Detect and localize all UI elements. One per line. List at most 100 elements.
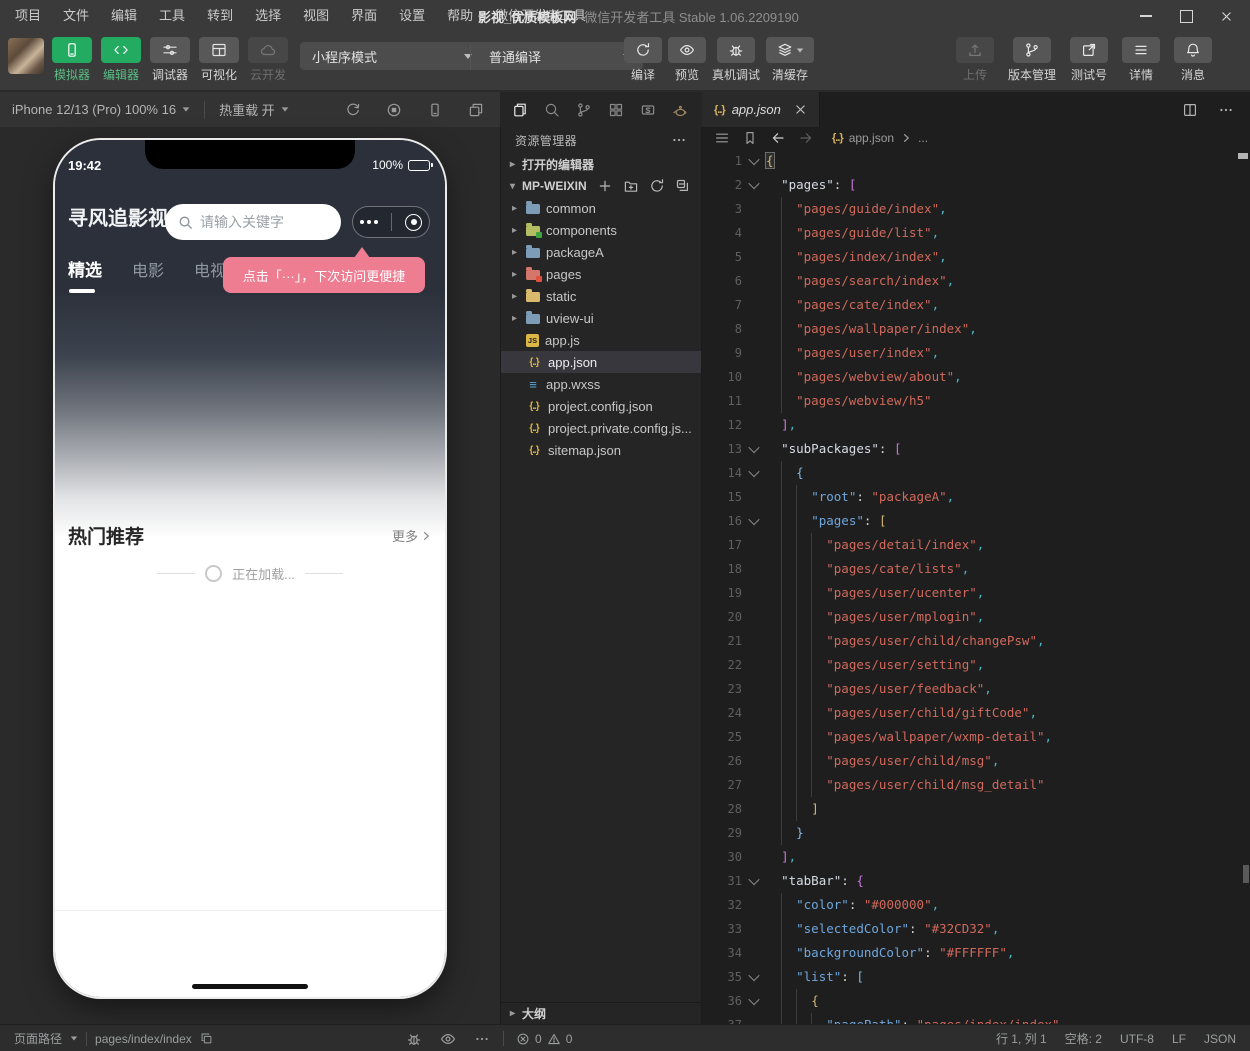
code-line[interactable]: 8 "pages/wallpaper/index", xyxy=(702,317,1250,341)
code-line[interactable]: 22 "pages/user/setting", xyxy=(702,653,1250,677)
tree-item-app-wxss[interactable]: ≡app.wxss xyxy=(501,373,701,395)
code-line[interactable]: 17 "pages/detail/index", xyxy=(702,533,1250,557)
phone-tab-电影[interactable]: 电影 xyxy=(132,257,164,281)
navigate-back-icon[interactable] xyxy=(770,130,786,146)
fold-control[interactable] xyxy=(742,437,766,461)
search-input[interactable]: 请输入关键字 xyxy=(165,204,341,240)
fold-control[interactable] xyxy=(742,173,766,197)
code-line[interactable]: 29 } xyxy=(702,821,1250,845)
code-line[interactable]: 5 "pages/index/index", xyxy=(702,245,1250,269)
new-file-icon[interactable] xyxy=(597,178,613,194)
tree-item-sitemap-json[interactable]: {..}sitemap.json xyxy=(501,439,701,461)
workspace-button-sliders[interactable]: 调试器 xyxy=(150,37,190,83)
preview-eye-icon[interactable] xyxy=(440,1031,456,1047)
code-line[interactable]: 18 "pages/cate/lists", xyxy=(702,557,1250,581)
problems-indicator[interactable]: 0 0 xyxy=(516,1025,572,1051)
fold-control[interactable] xyxy=(742,869,766,893)
code-line[interactable]: 3 "pages/guide/index", xyxy=(702,197,1250,221)
code-line[interactable]: 36 { xyxy=(702,989,1250,1013)
tree-item-app-json[interactable]: {..}app.json xyxy=(501,351,701,373)
fold-control[interactable] xyxy=(742,461,766,485)
code-line[interactable]: 32 "color": "#000000", xyxy=(702,893,1250,917)
fold-control[interactable] xyxy=(742,149,766,173)
code-line[interactable]: 4 "pages/guide/list", xyxy=(702,221,1250,245)
workspace-button-layout[interactable]: 可视化 xyxy=(199,37,239,83)
code-line[interactable]: 21 "pages/user/child/changePsw", xyxy=(702,629,1250,653)
tree-item-project-config-json[interactable]: {..}project.config.json xyxy=(501,395,701,417)
code-line[interactable]: 16 "pages": [ xyxy=(702,509,1250,533)
code-line[interactable]: 26 "pages/user/child/msg", xyxy=(702,749,1250,773)
search-icon[interactable] xyxy=(544,102,560,118)
code-line[interactable]: 12 ], xyxy=(702,413,1250,437)
action-button-bell[interactable]: 消息 xyxy=(1174,37,1212,83)
project-root-section[interactable]: ▾ MP-WEIXIN xyxy=(501,175,701,197)
collapse-all-icon[interactable] xyxy=(675,178,691,194)
code-line[interactable]: 6 "pages/search/index", xyxy=(702,269,1250,293)
capsule-menu[interactable] xyxy=(352,206,430,238)
action-button-external[interactable]: 测试号 xyxy=(1070,37,1108,83)
teapot-icon[interactable] xyxy=(672,102,688,118)
workspace-button-phone[interactable]: 模拟器 xyxy=(52,37,92,83)
npm-scripts-icon[interactable] xyxy=(640,102,656,118)
code-line[interactable]: 28 ] xyxy=(702,797,1250,821)
code-line[interactable]: 19 "pages/user/ucenter", xyxy=(702,581,1250,605)
action-button-branch[interactable]: 版本管理 xyxy=(1008,37,1056,83)
menu-item-转到[interactable]: 转到 xyxy=(196,0,244,32)
outline-list-icon[interactable] xyxy=(714,130,730,146)
statusbar-item-1[interactable]: 空格: 2 xyxy=(1065,1030,1102,1047)
code-line[interactable]: 2 "pages": [ xyxy=(702,173,1250,197)
code-editor[interactable]: 1{2 "pages": [3 "pages/guide/index",4 "p… xyxy=(702,149,1250,1024)
menu-item-设置[interactable]: 设置 xyxy=(388,0,436,32)
tree-item-static[interactable]: ▸static xyxy=(501,285,701,307)
statusbar-item-4[interactable]: JSON xyxy=(1204,1032,1236,1046)
more-link[interactable]: 更多 xyxy=(392,526,432,545)
menu-item-项目[interactable]: 项目 xyxy=(4,0,52,32)
code-line[interactable]: 20 "pages/user/mplogin", xyxy=(702,605,1250,629)
tab-app-json[interactable]: {..} app.json xyxy=(702,92,820,127)
debug-icon[interactable] xyxy=(406,1031,422,1047)
code-line[interactable]: 23 "pages/user/feedback", xyxy=(702,677,1250,701)
code-line[interactable]: 27 "pages/user/child/msg_detail" xyxy=(702,773,1250,797)
statusbar-item-0[interactable]: 行 1, 列 1 xyxy=(996,1030,1047,1047)
code-line[interactable]: 34 "backgroundColor": "#FFFFFF", xyxy=(702,941,1250,965)
multi-window-icon[interactable] xyxy=(468,102,484,118)
code-line[interactable]: 31 "tabBar": { xyxy=(702,869,1250,893)
refresh-icon[interactable] xyxy=(649,178,665,194)
breadcrumb-more[interactable]: ... xyxy=(918,131,928,145)
tab-close-icon[interactable] xyxy=(794,103,807,116)
mode-select[interactable]: 小程序模式 xyxy=(300,42,484,70)
copy-icon[interactable] xyxy=(200,1032,213,1045)
code-line[interactable]: 7 "pages/cate/index", xyxy=(702,293,1250,317)
code-line[interactable]: 9 "pages/user/index", xyxy=(702,341,1250,365)
code-line[interactable]: 13 "subPackages": [ xyxy=(702,437,1250,461)
menu-item-选择[interactable]: 选择 xyxy=(244,0,292,32)
tree-item-app-js[interactable]: JSapp.js xyxy=(501,329,701,351)
code-line[interactable]: 1{ xyxy=(702,149,1250,173)
code-line[interactable]: 11 "pages/webview/h5" xyxy=(702,389,1250,413)
workspace-button-code[interactable]: 编辑器 xyxy=(101,37,141,83)
extensions-icon[interactable] xyxy=(608,102,624,118)
code-line[interactable]: 10 "pages/webview/about", xyxy=(702,365,1250,389)
split-editor-icon[interactable] xyxy=(1182,102,1198,118)
device-frame-icon[interactable] xyxy=(427,102,443,118)
code-line[interactable]: 35 "list": [ xyxy=(702,965,1250,989)
maximize-button[interactable] xyxy=(1166,0,1206,32)
menu-item-编辑[interactable]: 编辑 xyxy=(100,0,148,32)
new-folder-icon[interactable] xyxy=(623,178,639,194)
code-line[interactable]: 37 "pagePath": "pages/index/index", xyxy=(702,1013,1250,1024)
tree-item-components[interactable]: ▸components xyxy=(501,219,701,241)
compile-mode-select[interactable]: 普通编译 xyxy=(477,42,643,70)
code-line[interactable]: 33 "selectedColor": "#32CD32", xyxy=(702,917,1250,941)
menu-item-帮助[interactable]: 帮助 xyxy=(436,0,484,32)
outline-section[interactable]: ▸ 大纲 xyxy=(501,1002,701,1024)
more-actions-icon[interactable] xyxy=(1218,102,1234,118)
code-line[interactable]: 15 "root": "packageA", xyxy=(702,485,1250,509)
statusbar-item-2[interactable]: UTF-8 xyxy=(1120,1032,1154,1046)
code-line[interactable]: 25 "pages/wallpaper/wxmp-detail", xyxy=(702,725,1250,749)
source-control-icon[interactable] xyxy=(576,102,592,118)
fold-control[interactable] xyxy=(742,509,766,533)
bookmark-icon[interactable] xyxy=(742,130,758,146)
action-button-eye[interactable]: 预览 xyxy=(668,37,706,83)
menu-item-文件[interactable]: 文件 xyxy=(52,0,100,32)
tree-item-pages[interactable]: ▸pages xyxy=(501,263,701,285)
